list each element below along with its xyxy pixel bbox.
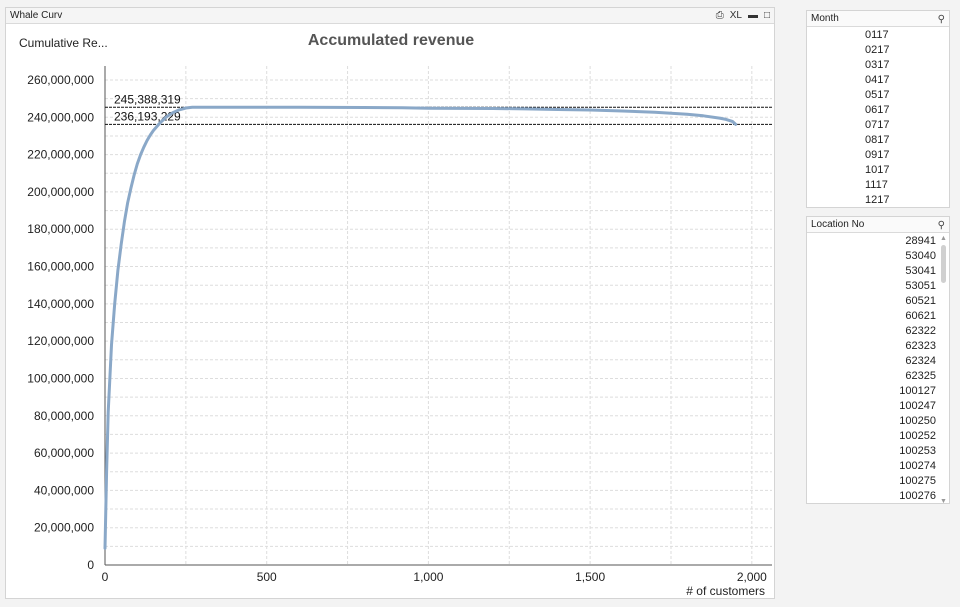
scroll-up-icon[interactable]: ▲: [940, 235, 947, 242]
axes: 0 20,000,000 40,000,000 60,000,000 80,000,00…: [27, 66, 772, 584]
list-item[interactable]: 0717: [807, 118, 949, 133]
list-item[interactable]: 0817: [807, 133, 949, 148]
maximize-icon[interactable]: □: [764, 8, 770, 23]
list-item[interactable]: 100127: [807, 384, 949, 399]
list-item[interactable]: 62323: [807, 339, 949, 354]
scroll-down-icon[interactable]: ▼: [940, 498, 947, 505]
expression-label: Cumulative Re...: [19, 36, 108, 50]
y-tick-label: 0: [87, 558, 94, 572]
reference-line-label: 236,193,229: [114, 109, 181, 123]
y-tick-label: 260,000,000: [27, 73, 94, 87]
search-icon[interactable]: ⚲: [938, 12, 945, 27]
list-item[interactable]: 60621: [807, 309, 949, 324]
window-icons: ⎙ XL ▬ □: [716, 8, 770, 23]
xl-export-icon[interactable]: XL: [730, 8, 742, 23]
list-item[interactable]: 100276: [807, 489, 949, 504]
list-item[interactable]: 62325: [807, 369, 949, 384]
minimize-icon[interactable]: ▬: [748, 8, 758, 23]
y-tick-label: 20,000,000: [34, 521, 94, 535]
list-item[interactable]: 0317: [807, 58, 949, 73]
list-item[interactable]: 62322: [807, 324, 949, 339]
list-item[interactable]: 60521: [807, 294, 949, 309]
y-tick-label: 200,000,000: [27, 185, 94, 199]
list-item[interactable]: 0517: [807, 88, 949, 103]
list-item[interactable]: 53051: [807, 279, 949, 294]
list-item[interactable]: 100250: [807, 414, 949, 429]
chart-window: Whale Curv ⎙ XL ▬ □ Cumulative Re... Acc…: [5, 7, 775, 599]
list-item[interactable]: 1017: [807, 163, 949, 178]
y-tick-label: 80,000,000: [34, 409, 94, 423]
list-item[interactable]: 0217: [807, 43, 949, 58]
x-axis-label: # of customers: [686, 584, 765, 598]
list-item[interactable]: 1217: [807, 193, 949, 208]
grid: [105, 66, 772, 565]
list-item[interactable]: 100252: [807, 429, 949, 444]
month-listbox-title: Month: [811, 13, 839, 24]
y-tick-label: 60,000,000: [34, 446, 94, 460]
month-list-items: 0117 0217 0317 0417 0517 0617 0717 0817 0917 1017…: [807, 27, 949, 208]
scrollbar[interactable]: ▲ ▼: [940, 235, 947, 505]
list-item[interactable]: 53040: [807, 249, 949, 264]
chart-title: Accumulated revenue: [308, 32, 474, 49]
y-tick-label: 40,000,000: [34, 483, 94, 497]
list-item[interactable]: 100247: [807, 399, 949, 414]
list-item[interactable]: 53041: [807, 264, 949, 279]
y-tick-label: 220,000,000: [27, 148, 94, 162]
window-title: Whale Curv: [10, 10, 63, 21]
month-listbox-header[interactable]: Month ⚲: [807, 11, 949, 27]
list-item[interactable]: 1117: [807, 178, 949, 193]
month-listbox[interactable]: Month ⚲ 0117 0217 0317 0417 0517 0617 0717 0817…: [806, 10, 950, 208]
location-listbox-header[interactable]: Location No ⚲: [807, 217, 949, 233]
list-item[interactable]: 100275: [807, 474, 949, 489]
y-tick-label: 140,000,000: [27, 297, 94, 311]
location-list-items: 28941 53040 53041 53051 60521 60621 62322 62323…: [807, 233, 949, 504]
list-item[interactable]: 100253: [807, 444, 949, 459]
list-item[interactable]: 62324: [807, 354, 949, 369]
chart-caption-bar: Whale Curv ⎙ XL ▬ □: [6, 8, 774, 24]
print-icon[interactable]: ⎙: [716, 8, 724, 23]
list-item[interactable]: 28941: [807, 234, 949, 249]
y-tick-label: 120,000,000: [27, 334, 94, 348]
reference-line-label: 245,388,319: [114, 92, 181, 106]
list-item[interactable]: 0617: [807, 103, 949, 118]
x-tick-label: 0: [102, 570, 109, 584]
list-item[interactable]: 100274: [807, 459, 949, 474]
location-listbox-title: Location No: [811, 219, 865, 230]
x-tick-label: 500: [257, 570, 277, 584]
scroll-thumb[interactable]: [941, 245, 946, 283]
y-tick-label: 180,000,000: [27, 222, 94, 236]
search-icon[interactable]: ⚲: [938, 218, 945, 233]
x-tick-label: 1,000: [413, 570, 443, 584]
chart-svg: Cumulative Re... Accumulated revenue 0 20…: [19, 32, 772, 598]
y-tick-label: 240,000,000: [27, 110, 94, 124]
list-item[interactable]: 0117: [807, 28, 949, 43]
y-tick-label: 100,000,000: [27, 371, 94, 385]
list-item[interactable]: 0917: [807, 148, 949, 163]
list-item[interactable]: 0417: [807, 73, 949, 88]
x-tick-label: 1,500: [575, 570, 605, 584]
location-listbox[interactable]: Location No ⚲ 28941 53040 53041 53051 60521 6…: [806, 216, 950, 505]
x-tick-label: 2,000: [737, 570, 767, 584]
y-tick-label: 160,000,000: [27, 260, 94, 274]
